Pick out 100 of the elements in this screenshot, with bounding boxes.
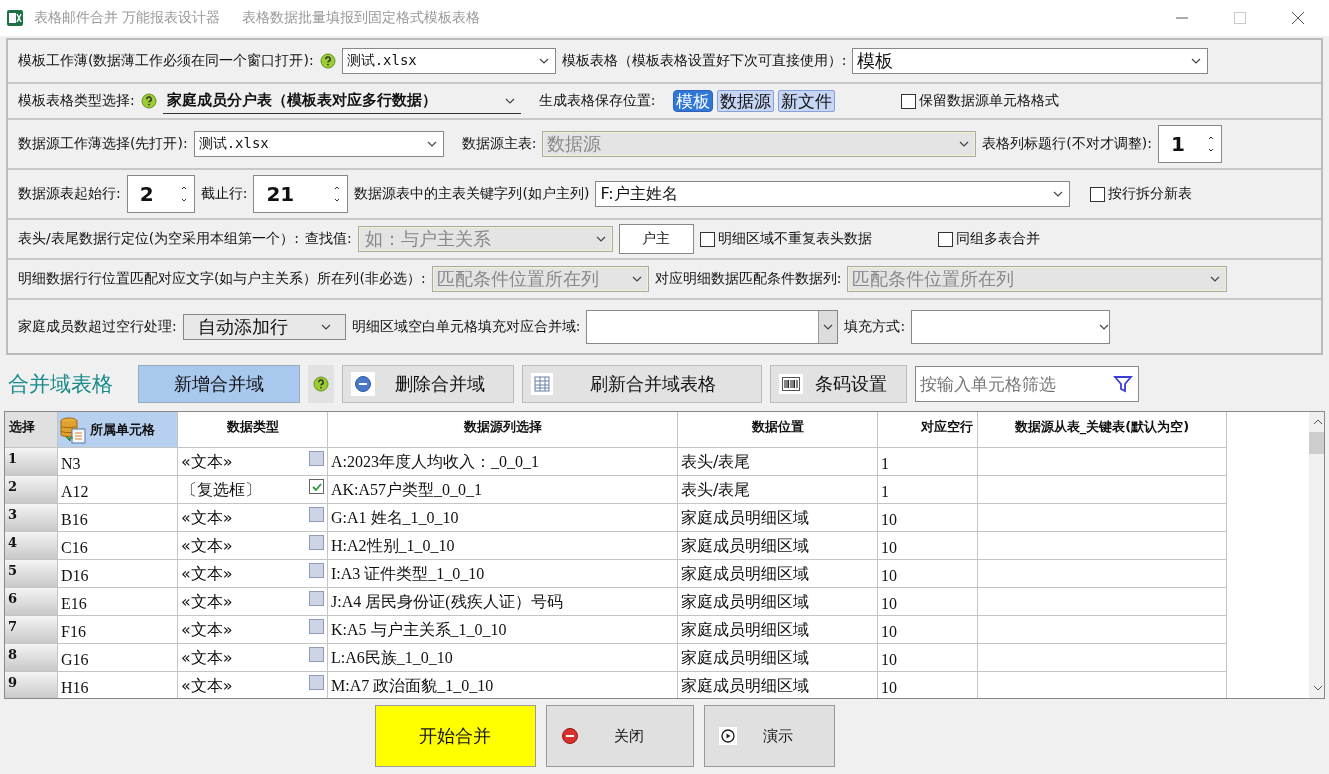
maximize-icon[interactable]	[1233, 11, 1247, 25]
column-header[interactable]: 数据位置	[678, 412, 878, 448]
refresh-button[interactable]: 刷新合并域表格	[522, 365, 762, 403]
table-cell: AK:A57户类型_0_0_1	[328, 476, 678, 504]
column-header[interactable]: 数据源列选择	[328, 412, 678, 448]
dropdown[interactable]: 自动添加行	[182, 313, 346, 340]
number-spinner[interactable]: 21	[253, 175, 349, 213]
column-header[interactable]: 数据源从表_关键表(默认为空)	[978, 412, 1227, 448]
field-label: 截止行:	[200, 185, 248, 203]
scrollbar[interactable]	[1309, 412, 1324, 698]
option-button[interactable]: 数据源	[717, 90, 775, 112]
row-header[interactable]: 4	[5, 532, 58, 560]
row-header[interactable]: 3	[5, 504, 58, 532]
add-button[interactable]: 新增合并域	[138, 365, 300, 403]
row-header[interactable]: 6	[5, 588, 58, 616]
table-cell: B16	[58, 504, 178, 532]
table-cell: «文本»	[181, 648, 233, 669]
checkbox[interactable]	[309, 507, 324, 522]
checkbox[interactable]: 明细区域不重复表头数据	[699, 230, 872, 248]
row-header[interactable]: 8	[5, 644, 58, 672]
column-header[interactable]: 数据类型	[178, 412, 328, 448]
table-cell: 家庭成员明细区域	[678, 588, 878, 616]
table-cell: L:A6民族_1_0_10	[328, 644, 678, 672]
close-button[interactable]: 关闭	[545, 705, 694, 767]
checkbox[interactable]	[309, 619, 324, 634]
checkbox[interactable]: 按行拆分新表	[1090, 185, 1193, 203]
demo-button[interactable]: 演示	[703, 705, 835, 767]
table-cell: 表头/表尾	[678, 448, 878, 476]
checkbox[interactable]	[309, 591, 324, 606]
checkbox[interactable]	[309, 675, 324, 690]
table-cell: 10	[878, 672, 978, 698]
number-spinner[interactable]: 2	[126, 175, 195, 213]
table-cell: 家庭成员明细区域	[678, 504, 878, 532]
row-header[interactable]: 7	[5, 616, 58, 644]
row-header[interactable]: 9	[5, 672, 58, 698]
table-cell: 10	[878, 560, 978, 588]
window-subtitle: 表格数据批量填报到固定格式模板表格	[242, 9, 481, 27]
section-title: 合并域表格	[8, 371, 114, 398]
dropdown[interactable]: 测试.xlsx	[193, 131, 444, 157]
table-cell: 家庭成员明细区域	[678, 616, 878, 644]
scroll-thumb[interactable]	[1309, 432, 1324, 454]
field-label: 生成表格保存位置:	[538, 92, 656, 110]
field-label: 明细区域空白单元格填充对应合并域:	[351, 317, 581, 336]
table-cell: K:A5 与户主关系_1_0_10	[328, 616, 678, 644]
dropdown[interactable]: 模板	[852, 48, 1209, 74]
dropdown[interactable]: F:户主姓名	[595, 181, 1071, 207]
table-cell: 10	[878, 644, 978, 672]
dropdown[interactable]	[586, 309, 839, 344]
help-icon[interactable]	[313, 376, 329, 392]
table-cell: 家庭成员明细区域	[678, 532, 878, 560]
column-header[interactable]: 对应空行	[878, 412, 978, 448]
table-cell: 表头/表尾	[678, 476, 878, 504]
barcode-button[interactable]: 条码设置	[770, 365, 907, 403]
close-icon[interactable]	[1291, 11, 1305, 25]
checkbox[interactable]: 保留数据源单元格格式	[901, 92, 1060, 110]
field-label: 查找值:	[304, 230, 352, 248]
database-icon	[58, 414, 88, 445]
field-label: 模板工作薄(数据薄工作必须在同一个窗口打开):	[18, 52, 314, 70]
checkbox[interactable]	[309, 451, 324, 466]
chevron-down-icon	[595, 236, 606, 242]
column-header[interactable]: 选择	[5, 412, 58, 448]
filter-field[interactable]: 按输入单元格筛选	[915, 366, 1139, 402]
table-icon	[531, 373, 553, 395]
option-button[interactable]: 模板	[673, 90, 714, 112]
help-icon[interactable]	[319, 53, 336, 69]
column-header[interactable]: 所属单元格	[58, 412, 178, 448]
row-header[interactable]: 2	[5, 476, 58, 504]
number-spinner[interactable]: 1	[1158, 125, 1222, 163]
checkbox[interactable]	[309, 479, 324, 494]
table-cell: M:A7 政治面貌_1_0_10	[328, 672, 678, 698]
scroll-down-icon[interactable]	[1313, 684, 1323, 692]
checkbox[interactable]: 同组多表合并	[937, 230, 1040, 248]
field-label: 对应明细数据匹配条件数据列:	[654, 270, 842, 288]
row-header[interactable]: 5	[5, 560, 58, 588]
scroll-up-icon[interactable]	[1313, 418, 1323, 426]
filter-icon	[1113, 374, 1133, 394]
option-button[interactable]: 新文件	[778, 90, 836, 112]
table-cell: A12	[58, 476, 178, 504]
chevron-down-icon	[631, 276, 642, 282]
stop-icon	[560, 727, 579, 745]
chevron-down-icon	[538, 58, 549, 64]
dropdown[interactable]	[911, 309, 1111, 344]
help-icon[interactable]	[140, 93, 157, 109]
checkbox[interactable]	[309, 563, 324, 578]
field-label: 表格列标题行(不对才调整):	[982, 135, 1152, 153]
dropdown[interactable]: 测试.xlsx	[341, 48, 556, 74]
start-button[interactable]: 开始合并	[374, 705, 536, 767]
table-cell: F16	[58, 616, 178, 644]
field-label: 填充方式:	[844, 317, 906, 336]
checkbox[interactable]	[309, 647, 324, 662]
table-cell: H16	[58, 672, 178, 698]
table-cell: I:A3 证件类型_1_0_10	[328, 560, 678, 588]
row-header[interactable]: 1	[5, 448, 58, 476]
checkbox[interactable]	[309, 535, 324, 550]
delete-button[interactable]: 删除合并域	[342, 365, 514, 403]
field-label: 模板表格（模板表格设置好下次可直接使用）:	[561, 52, 847, 70]
chevron-down-icon	[1099, 323, 1110, 330]
dropdown[interactable]: 家庭成员分户表（模板表对应多行数据）	[162, 88, 521, 114]
field-label: 数据源主表:	[461, 135, 537, 153]
table-cell: 1	[878, 448, 978, 476]
